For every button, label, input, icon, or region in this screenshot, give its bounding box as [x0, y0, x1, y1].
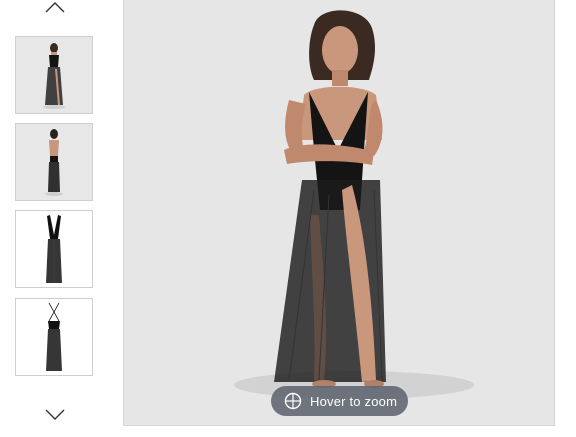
thumbnail-product-front[interactable]: [15, 210, 93, 288]
thumbnail-model-front[interactable]: [15, 36, 93, 114]
model-back-image: [45, 129, 63, 196]
product-front-image: [46, 215, 62, 283]
model-front-image: [43, 43, 65, 109]
thumbnail-product-back[interactable]: [15, 298, 93, 376]
scroll-down-button[interactable]: [40, 406, 70, 424]
zoom-hint-label: Hover to zoom: [310, 393, 398, 409]
hover-to-zoom-hint[interactable]: Hover to zoom: [271, 386, 408, 416]
main-product-image[interactable]: Hover to zoom: [123, 0, 555, 426]
thumbnail-model-back[interactable]: [15, 123, 93, 201]
model-in-sheer-dress-image: [234, 10, 474, 399]
chevron-down-icon: [45, 409, 65, 420]
thumbnail-gallery: [0, 0, 108, 437]
chevron-up-icon: [45, 2, 65, 13]
crosshair-circle-icon: [284, 392, 302, 410]
scroll-up-button[interactable]: [40, 0, 70, 18]
product-back-image: [46, 302, 62, 371]
